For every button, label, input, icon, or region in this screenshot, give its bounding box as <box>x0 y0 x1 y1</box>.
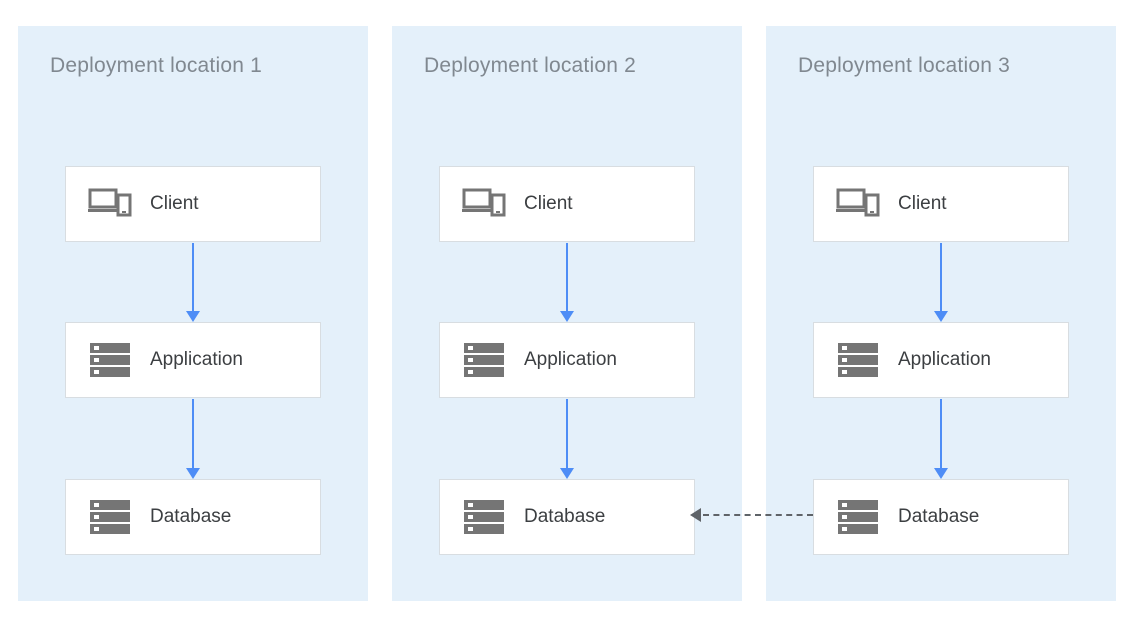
panel-location-3: Deployment location 3 Client <box>766 26 1116 601</box>
panel-title-2: Deployment location 2 <box>424 54 636 78</box>
server-icon <box>462 497 506 537</box>
node-label: Client <box>898 193 947 215</box>
node-label: Database <box>150 506 231 528</box>
node-label: Application <box>150 349 243 371</box>
node-database-1: Database <box>65 479 321 555</box>
server-icon <box>836 497 880 537</box>
panel-title-3: Deployment location 3 <box>798 54 1010 78</box>
server-icon <box>88 340 132 380</box>
node-label: Application <box>524 349 617 371</box>
panel-location-1: Deployment location 1 Client <box>18 26 368 601</box>
node-database-2: Database <box>439 479 695 555</box>
node-client-2: Client <box>439 166 695 242</box>
node-application-1: Application <box>65 322 321 398</box>
node-label: Database <box>898 506 979 528</box>
server-icon <box>88 497 132 537</box>
devices-icon <box>836 184 880 224</box>
arrow-down-icon <box>934 399 948 478</box>
arrow-down-icon <box>186 243 200 321</box>
node-database-3: Database <box>813 479 1069 555</box>
node-application-2: Application <box>439 322 695 398</box>
arrow-down-icon <box>186 399 200 478</box>
panel-title-1: Deployment location 1 <box>50 54 262 78</box>
node-client-3: Client <box>813 166 1069 242</box>
arrow-down-icon <box>560 243 574 321</box>
devices-icon <box>88 184 132 224</box>
node-application-3: Application <box>813 322 1069 398</box>
node-label: Database <box>524 506 605 528</box>
server-icon <box>462 340 506 380</box>
node-label: Client <box>150 193 199 215</box>
node-client-1: Client <box>65 166 321 242</box>
diagram-stage: Deployment location 1 Client <box>0 0 1134 628</box>
node-label: Application <box>898 349 991 371</box>
arrow-down-icon <box>934 243 948 321</box>
arrow-down-icon <box>560 399 574 478</box>
server-icon <box>836 340 880 380</box>
devices-icon <box>462 184 506 224</box>
node-label: Client <box>524 193 573 215</box>
arrow-dashed-left-icon <box>691 508 813 522</box>
